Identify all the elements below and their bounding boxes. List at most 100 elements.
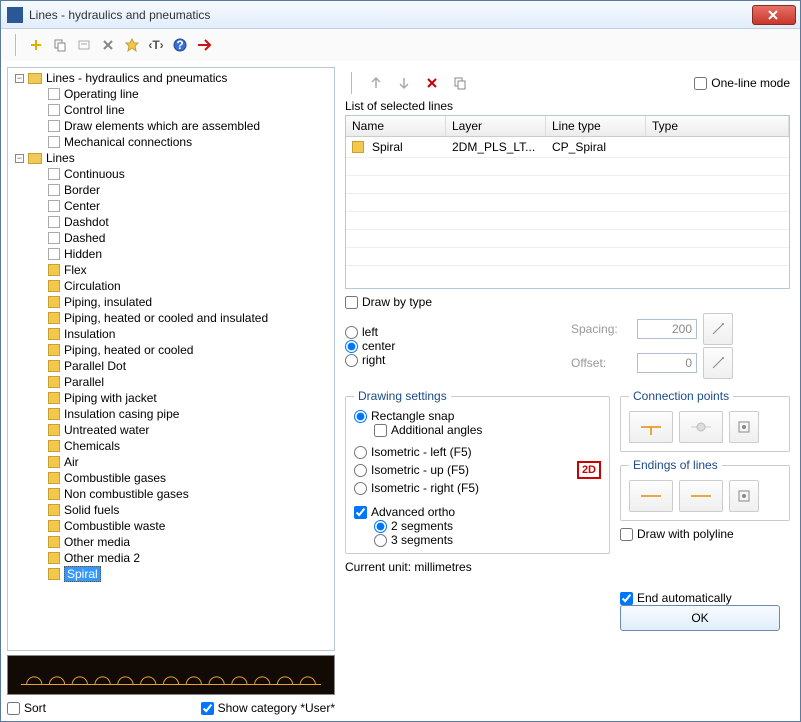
align-left-radio[interactable]: left (345, 325, 565, 339)
app-icon (7, 7, 23, 23)
line-icon (48, 328, 60, 340)
copy-sel-button[interactable] (449, 72, 471, 94)
tree-folder[interactable]: −Lines - hydraulics and pneumatics (10, 70, 332, 86)
tree-item[interactable]: Operating line (10, 86, 332, 102)
advanced-ortho-checkbox[interactable]: Advanced ortho (354, 505, 601, 519)
tree-item[interactable]: Center (10, 198, 332, 214)
line-icon (48, 88, 60, 100)
line-icon (48, 344, 60, 356)
folder-icon (28, 73, 42, 84)
tree-item[interactable]: Dashed (10, 230, 332, 246)
col-layer[interactable]: Layer (446, 116, 546, 136)
conn-tee-button[interactable] (629, 411, 673, 443)
properties-button[interactable] (73, 34, 95, 56)
tree-item[interactable]: Combustible gases (10, 470, 332, 486)
align-right-radio[interactable]: right (345, 353, 565, 367)
line-icon (48, 264, 60, 276)
seg2-radio[interactable]: 2 segments (374, 519, 601, 533)
tree-item[interactable]: Insulation (10, 326, 332, 342)
tree-item[interactable]: Combustible waste (10, 518, 332, 534)
tree-item[interactable]: Chemicals (10, 438, 332, 454)
additional-angles-checkbox[interactable]: Additional angles (374, 423, 601, 437)
line-icon (48, 280, 60, 292)
ok-button[interactable]: OK (620, 605, 780, 631)
align-center-radio[interactable]: center (345, 339, 565, 353)
tree-item[interactable]: Piping, heated or cooled (10, 342, 332, 358)
tree-item[interactable]: Piping with jacket (10, 390, 332, 406)
window-title: Lines - hydraulics and pneumatics (29, 8, 752, 22)
svg-text:?: ? (176, 38, 183, 52)
draw-by-type-checkbox[interactable]: Draw by type (345, 295, 790, 309)
tree-item[interactable]: Flex (10, 262, 332, 278)
line-icon (48, 440, 60, 452)
spacing-pick-button[interactable] (703, 313, 733, 345)
tree-item[interactable]: Non combustible gases (10, 486, 332, 502)
show-category-checkbox[interactable]: Show category *User* (201, 701, 335, 715)
ending-settings-button[interactable] (729, 480, 759, 512)
move-down-button[interactable] (393, 72, 415, 94)
end-auto-checkbox[interactable]: End automatically (620, 591, 790, 605)
col-linetype[interactable]: Line type (546, 116, 646, 136)
favorite-button[interactable] (121, 34, 143, 56)
close-button[interactable] (752, 5, 796, 25)
line-icon (48, 168, 60, 180)
tree-folder[interactable]: −Lines (10, 150, 332, 166)
conn-settings-button[interactable] (729, 411, 759, 443)
spacing-input[interactable] (637, 319, 697, 339)
tree-item[interactable]: Control line (10, 102, 332, 118)
iso-left-radio[interactable]: Isometric - left (F5) (354, 445, 601, 459)
tree-item[interactable]: Circulation (10, 278, 332, 294)
line-icon (48, 568, 60, 580)
line-icon (48, 136, 60, 148)
col-type[interactable]: Type (646, 116, 789, 136)
tree-item[interactable]: Other media (10, 534, 332, 550)
tree-item[interactable]: Hidden (10, 246, 332, 262)
tree-item[interactable]: Continuous (10, 166, 332, 182)
tree-item[interactable]: Other media 2 (10, 550, 332, 566)
tree-item[interactable]: Parallel (10, 374, 332, 390)
iso-right-radio[interactable]: Isometric - right (F5) (354, 481, 601, 495)
lines-tree[interactable]: −Lines - hydraulics and pneumaticsOperat… (7, 67, 335, 651)
line-icon (48, 360, 60, 372)
copy-button[interactable] (49, 34, 71, 56)
col-name[interactable]: Name (346, 116, 446, 136)
help-button[interactable]: ? (169, 34, 191, 56)
move-up-button[interactable] (365, 72, 387, 94)
line-icon (48, 424, 60, 436)
list-row[interactable]: Spiral 2DM_PLS_LT... CP_Spiral (346, 137, 789, 158)
ending-a-button[interactable] (629, 480, 673, 512)
tree-item[interactable]: Solid fuels (10, 502, 332, 518)
apply-button[interactable] (193, 34, 215, 56)
sort-checkbox[interactable]: Sort (7, 701, 46, 715)
text-button[interactable]: ‹T› (145, 34, 167, 56)
add-button[interactable] (25, 34, 47, 56)
conn-node-button[interactable] (679, 411, 723, 443)
rect-snap-radio[interactable]: Rectangle snap (354, 409, 601, 423)
seg3-radio[interactable]: 3 segments (374, 533, 601, 547)
tree-item[interactable]: Piping, insulated (10, 294, 332, 310)
line-icon (48, 488, 60, 500)
2d-badge: 2D (577, 461, 601, 479)
tree-item[interactable]: Piping, heated or cooled and insulated (10, 310, 332, 326)
tree-item[interactable]: Air (10, 454, 332, 470)
iso-up-radio[interactable]: Isometric - up (F5) (354, 463, 469, 477)
offset-input[interactable] (637, 353, 697, 373)
selected-lines-list[interactable]: Name Layer Line type Type Spiral 2DM_PLS… (345, 115, 790, 289)
tree-item[interactable]: Spiral (10, 566, 332, 582)
tree-item[interactable]: Parallel Dot (10, 358, 332, 374)
tree-item[interactable]: Dashdot (10, 214, 332, 230)
draw-polyline-checkbox[interactable]: Draw with polyline (620, 527, 790, 541)
tree-item[interactable]: Insulation casing pipe (10, 406, 332, 422)
delete-button[interactable] (97, 34, 119, 56)
tree-item[interactable]: Border (10, 182, 332, 198)
tree-item[interactable]: Draw elements which are assembled (10, 118, 332, 134)
line-icon (48, 520, 60, 532)
remove-button[interactable] (421, 72, 443, 94)
offset-pick-button[interactable] (703, 347, 733, 379)
tree-item[interactable]: Mechanical connections (10, 134, 332, 150)
list-label: List of selected lines (345, 99, 790, 113)
main-toolbar: ‹T› ? (1, 29, 800, 61)
tree-item[interactable]: Untreated water (10, 422, 332, 438)
oneline-mode-checkbox[interactable]: One-line mode (694, 76, 790, 90)
ending-b-button[interactable] (679, 480, 723, 512)
